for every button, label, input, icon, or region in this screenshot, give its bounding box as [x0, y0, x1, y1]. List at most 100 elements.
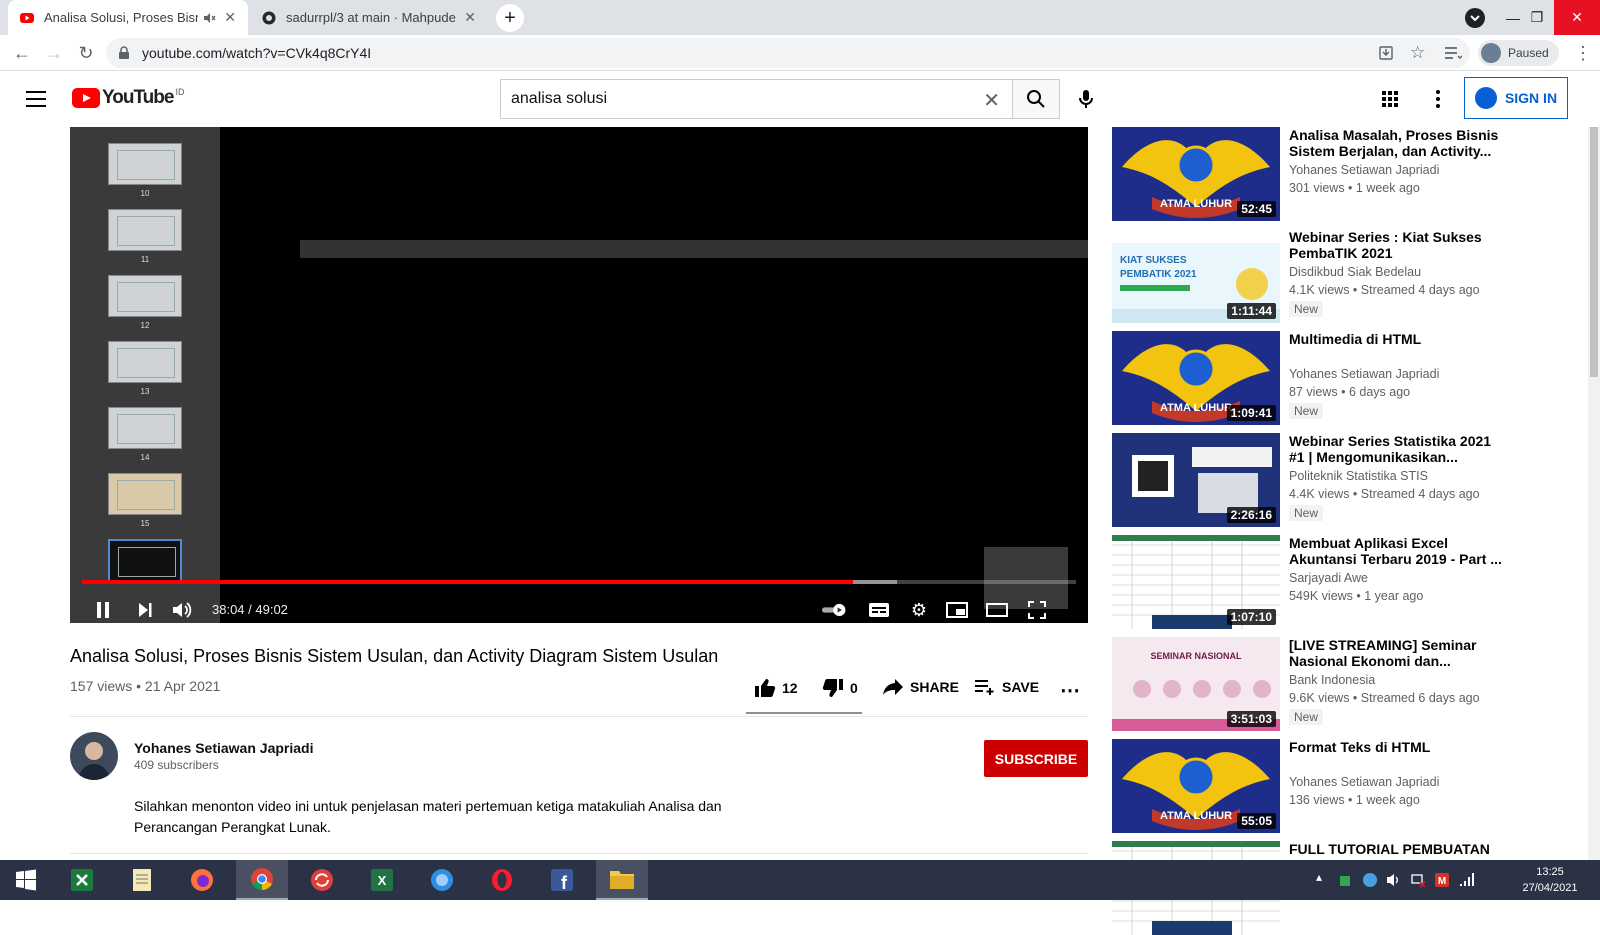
- svg-text:SEMINAR NASIONAL: SEMINAR NASIONAL: [1150, 651, 1242, 661]
- network-disconnected-icon[interactable]: [1410, 872, 1426, 888]
- file-explorer-icon[interactable]: [596, 860, 648, 900]
- settings-gear-icon[interactable]: ⚙: [906, 597, 932, 623]
- video-duration: 3:51:03: [1226, 711, 1276, 727]
- recommended-views: 87 views • 6 days ago: [1289, 385, 1411, 399]
- forward-arrow-icon[interactable]: →: [42, 41, 66, 65]
- volume-icon[interactable]: [170, 597, 196, 623]
- new-tab-button[interactable]: +: [496, 4, 524, 32]
- pause-icon[interactable]: [90, 597, 116, 623]
- microphone-icon[interactable]: [1074, 87, 1098, 111]
- clear-search-icon[interactable]: ✕: [983, 88, 1000, 113]
- thumbs-up-icon: [755, 679, 776, 697]
- recommended-video[interactable]: 1:07:10 Membuat Aplikasi Excel Akuntansi …: [1112, 535, 1572, 629]
- save-button[interactable]: SAVE: [974, 678, 1039, 696]
- video-thumbnail[interactable]: SEMINAR NASIONAL 3:51:03: [1112, 637, 1280, 731]
- close-window-icon[interactable]: ✕: [1554, 0, 1600, 35]
- fullscreen-icon[interactable]: [1024, 597, 1050, 623]
- close-tab-icon[interactable]: ✕: [464, 9, 476, 26]
- recommended-title: Webinar Series Statistika 2021 #1 | Meng…: [1289, 433, 1492, 465]
- share-label: SHARE: [910, 679, 960, 695]
- recommended-views: 4.1K views • Streamed 4 days ago: [1289, 283, 1480, 297]
- back-arrow-icon[interactable]: ←: [10, 41, 34, 65]
- subtitles-icon[interactable]: [866, 597, 892, 623]
- next-video-icon[interactable]: [132, 597, 158, 623]
- recommended-video[interactable]: ATMA LUHUR 1:09:41 Multimedia di HTML Yohan…: [1112, 331, 1572, 425]
- reload-icon[interactable]: ↻: [74, 41, 98, 65]
- channel-avatar[interactable]: [70, 732, 118, 780]
- share-button[interactable]: SHARE: [882, 678, 959, 696]
- recommended-channel: Yohanes Setiawan Japriadi: [1289, 163, 1440, 177]
- dislike-count: 0: [850, 680, 858, 696]
- page-scrollbar[interactable]: [1588, 127, 1600, 860]
- close-tab-icon[interactable]: ✕: [224, 9, 236, 26]
- video-thumbnail[interactable]: KIAT SUKSES PEMBATIK 2021 1:11:44: [1112, 229, 1280, 323]
- sync-app-icon[interactable]: [296, 860, 348, 900]
- more-actions-icon[interactable]: ⋯: [1060, 678, 1080, 703]
- clock-time: 13:25: [1536, 866, 1564, 878]
- chrome-menu-icon[interactable]: ⋮: [1574, 43, 1592, 64]
- miniplayer-icon[interactable]: [944, 597, 970, 623]
- browser-tab-github[interactable]: sadurrpl/3 at main · Mahpudefen ✕: [250, 0, 488, 35]
- excel-shortcut-icon[interactable]: [56, 860, 108, 900]
- opera-icon[interactable]: [476, 860, 528, 900]
- recommended-video[interactable]: ATMA LUHUR 52:45 Analisa Masalah, Proses B…: [1112, 127, 1572, 221]
- install-app-icon[interactable]: [1378, 45, 1394, 61]
- recommended-channel: Yohanes Setiawan Japriadi: [1289, 367, 1440, 381]
- search-input[interactable]: [501, 80, 941, 118]
- like-button[interactable]: 12: [754, 678, 798, 698]
- volume-tray-icon[interactable]: [1386, 872, 1402, 888]
- scrollbar-thumb[interactable]: [1590, 127, 1598, 377]
- sign-in-button[interactable]: SIGN IN: [1464, 77, 1568, 119]
- signal-strength-icon[interactable]: [1458, 872, 1474, 888]
- subscribe-button[interactable]: SUBSCRIBE: [984, 740, 1088, 777]
- progress-bar[interactable]: [82, 580, 1076, 584]
- chrome-icon[interactable]: [236, 860, 288, 900]
- speaker-muted-icon[interactable]: [202, 11, 216, 25]
- reading-list-icon[interactable]: [1444, 45, 1462, 61]
- apps-grid-icon[interactable]: [1378, 87, 1402, 111]
- excel-icon[interactable]: X: [356, 860, 408, 900]
- country-code: ID: [175, 87, 185, 97]
- notepad-icon[interactable]: [116, 860, 168, 900]
- svg-text:ATMA LUHUR: ATMA LUHUR: [1160, 402, 1232, 414]
- tab-search-icon[interactable]: [1464, 7, 1486, 29]
- youtube-logo[interactable]: YouTube ID: [72, 87, 184, 109]
- windows-start-icon[interactable]: [0, 860, 52, 900]
- video-player[interactable]: 10 11 12 13 14 15 38:04 / 49:02 ⚙: [70, 127, 1088, 623]
- settings-more-icon[interactable]: [1426, 87, 1450, 111]
- system-clock[interactable]: 13:25 27/04/2021: [1510, 864, 1590, 896]
- dislike-button[interactable]: 0: [822, 678, 858, 698]
- show-hidden-icons-icon[interactable]: ▴: [1316, 870, 1322, 884]
- network-app-tray-icon[interactable]: [1338, 872, 1352, 888]
- video-thumbnail[interactable]: 2:26:16: [1112, 433, 1280, 527]
- video-thumbnail[interactable]: 1:07:10: [1112, 535, 1280, 629]
- recommended-video[interactable]: KIAT SUKSES PEMBATIK 2021 1:11:44 Webinar S…: [1112, 229, 1572, 323]
- video-duration: 1:11:44: [1227, 303, 1276, 319]
- facebook-icon[interactable]: f: [536, 860, 588, 900]
- hamburger-menu-icon[interactable]: [24, 87, 48, 111]
- recommended-video[interactable]: 2:26:16 Webinar Series Statistika 2021 #1…: [1112, 433, 1572, 527]
- recommended-video[interactable]: SEMINAR NASIONAL 3:51:03 [LIVE STREAMING] …: [1112, 637, 1572, 731]
- tray-app-icon[interactable]: [1362, 872, 1378, 888]
- messenger-icon[interactable]: [416, 860, 468, 900]
- slide-number: 15: [140, 519, 150, 528]
- tab-title: sadurrpl/3 at main · Mahpudefen: [286, 10, 457, 25]
- channel-name[interactable]: Yohanes Setiawan Japriadi: [134, 740, 313, 756]
- bookmark-star-icon[interactable]: ☆: [1410, 43, 1425, 63]
- video-thumbnail[interactable]: ATMA LUHUR 52:45: [1112, 127, 1280, 221]
- video-views-date: 157 views • 21 Apr 2021: [70, 678, 221, 694]
- autoplay-toggle-icon[interactable]: [822, 597, 848, 623]
- browser-tab-youtube[interactable]: Analisa Solusi, Proses Bisnis S ✕: [8, 0, 248, 35]
- video-thumbnail[interactable]: ATMA LUHUR 1:09:41: [1112, 331, 1280, 425]
- profile-paused-button[interactable]: Paused: [1478, 40, 1559, 66]
- share-arrow-icon: [883, 679, 903, 695]
- slide-thumbnail: [108, 473, 182, 515]
- theater-mode-icon[interactable]: [984, 597, 1010, 623]
- address-bar[interactable]: youtube.com/watch?v=CVk4q8CrY4I ☆: [106, 38, 1470, 68]
- firefox-icon[interactable]: [176, 860, 228, 900]
- video-thumbnail[interactable]: ATMA LUHUR 55:05: [1112, 739, 1280, 833]
- thumbs-down-icon: [822, 679, 843, 697]
- antivirus-tray-icon[interactable]: M: [1434, 872, 1450, 888]
- recommended-video[interactable]: ATMA LUHUR 55:05 Format Teks di HTML Yohane…: [1112, 739, 1572, 833]
- search-button[interactable]: [1012, 79, 1060, 119]
